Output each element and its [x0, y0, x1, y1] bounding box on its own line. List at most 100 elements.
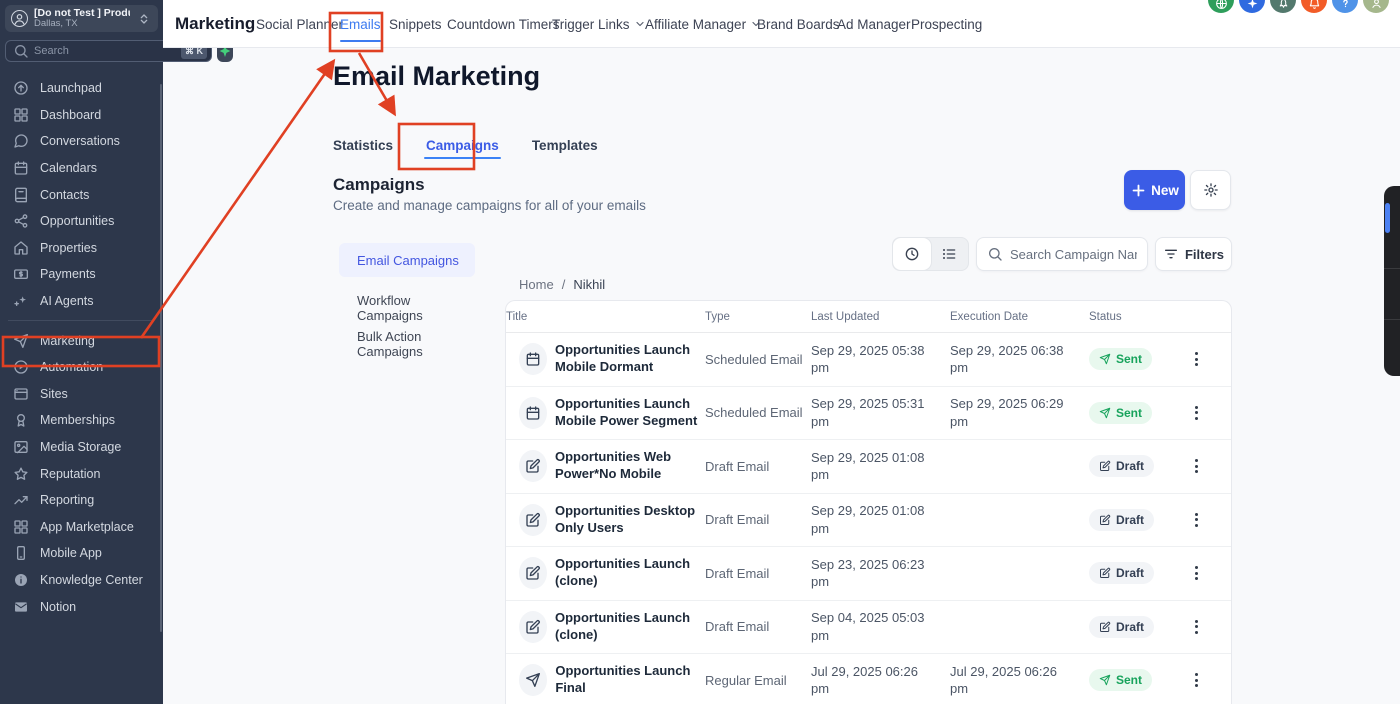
header-help-button[interactable]: [1332, 0, 1358, 13]
breadcrumb-home[interactable]: Home: [519, 277, 554, 292]
sidebar-item-label: Dashboard: [40, 108, 101, 122]
media-icon: [13, 439, 29, 455]
table-row[interactable]: Opportunities Launch FinalRegular EmailJ…: [506, 654, 1231, 704]
sidebar-item-notion[interactable]: Notion: [0, 593, 160, 620]
column-header-title: Title: [506, 311, 705, 323]
execution-date: Sep 29, 2025 06:29 pm: [950, 395, 1068, 430]
sidebar-item-launchpad[interactable]: Launchpad: [0, 75, 160, 102]
sidebar-item-sites[interactable]: Sites: [0, 381, 160, 408]
last-updated: Sep 29, 2025 05:31 pm: [811, 395, 929, 430]
topnav-label: Ad Manager: [837, 17, 911, 32]
campaign-title[interactable]: Opportunities Launch (clone): [555, 610, 705, 644]
sidebar-search-input[interactable]: [34, 45, 176, 57]
topnav-ad-manager[interactable]: Ad Manager: [837, 0, 911, 48]
row-menu-button[interactable]: [1184, 616, 1208, 638]
campaign-title[interactable]: Opportunities Launch Final: [555, 663, 705, 697]
table-row[interactable]: Opportunities Launch Mobile Power Segmen…: [506, 387, 1231, 441]
header-sparkles-button[interactable]: [1239, 0, 1265, 13]
sidebar-item-conversations[interactable]: Conversations: [0, 128, 160, 155]
sidebar-item-dashboard[interactable]: Dashboard: [0, 102, 160, 129]
topnav-trigger-links[interactable]: Trigger Links: [552, 0, 646, 48]
topnav-emails[interactable]: Emails: [340, 0, 381, 48]
column-header-type: Type: [705, 311, 811, 323]
row-menu-button[interactable]: [1184, 562, 1208, 584]
sidebar-item-ai-agents[interactable]: AI Agents: [0, 288, 160, 315]
filters-button[interactable]: Filters: [1155, 237, 1232, 271]
campaign-title[interactable]: Opportunities Launch Mobile Dormant: [555, 342, 705, 376]
subnav-bulk-action-campaigns[interactable]: Bulk Action Campaigns: [339, 329, 475, 359]
history-view-button[interactable]: [893, 238, 931, 270]
topnav-label: Trigger Links: [552, 17, 630, 32]
collapsed-side-widget[interactable]: [1384, 186, 1400, 376]
row-menu-button[interactable]: [1184, 509, 1208, 531]
topbar-icons: [1208, 0, 1389, 13]
contacts-icon: [13, 187, 29, 203]
sidebar-item-marketing[interactable]: Marketing: [0, 327, 160, 354]
dashboard-icon: [13, 107, 29, 123]
topnav-brand-boards[interactable]: Brand Boards: [757, 0, 840, 48]
rocket-icon: [1277, 0, 1290, 10]
campaign-search[interactable]: [976, 237, 1148, 271]
unfold-icon: [136, 11, 152, 27]
table-row[interactable]: Opportunities Desktop Only UsersDraft Em…: [506, 494, 1231, 548]
sidebar-item-knowledge-center[interactable]: Knowledge Center: [0, 567, 160, 594]
row-menu-button[interactable]: [1184, 455, 1208, 477]
row-menu-button[interactable]: [1184, 348, 1208, 370]
sidebar-item-media-storage[interactable]: Media Storage: [0, 434, 160, 461]
sites-icon: [13, 386, 29, 402]
topnav-snippets[interactable]: Snippets: [389, 0, 442, 48]
header-globe-button[interactable]: [1208, 0, 1234, 13]
campaign-title[interactable]: Opportunities Launch Mobile Power Segmen…: [555, 396, 705, 430]
campaign-type: Scheduled Email: [705, 352, 811, 367]
campaign-title[interactable]: Opportunities Desktop Only Users: [555, 503, 705, 537]
campaign-search-input[interactable]: [1010, 247, 1137, 262]
section-subtitle: Create and manage campaigns for all of y…: [333, 198, 646, 213]
sidebar-item-reporting[interactable]: Reporting: [0, 487, 160, 514]
sidebar-item-contacts[interactable]: Contacts: [0, 181, 160, 208]
row-menu-button[interactable]: [1184, 402, 1208, 424]
subnav-email-campaigns[interactable]: Email Campaigns: [339, 243, 475, 277]
edit-icon: [1099, 514, 1111, 526]
settings-button[interactable]: [1190, 170, 1231, 210]
location-switcher[interactable]: [Do not Test ] Produ... Dallas, TX: [5, 5, 158, 32]
sidebar-item-payments[interactable]: Payments: [0, 261, 160, 288]
sidebar-item-app-marketplace[interactable]: App Marketplace: [0, 514, 160, 541]
list-view-button[interactable]: [931, 238, 969, 270]
sidebar-item-memberships[interactable]: Memberships: [0, 407, 160, 434]
sidebar-item-calendars[interactable]: Calendars: [0, 155, 160, 182]
tab-templates[interactable]: Templates: [532, 126, 598, 168]
topnav-social-planner[interactable]: Social Planner: [256, 0, 343, 48]
header-bell-button[interactable]: [1301, 0, 1327, 13]
header-avatar-button[interactable]: [1363, 0, 1389, 13]
sidebar-item-reputation[interactable]: Reputation: [0, 460, 160, 487]
new-campaign-button[interactable]: New: [1124, 170, 1185, 210]
column-header-status: Status: [1089, 311, 1168, 323]
marketplace-icon: [13, 519, 29, 535]
gear-icon: [1203, 182, 1219, 198]
topnav-prospecting[interactable]: ProspectingNew: [911, 0, 982, 48]
header-rocket-button[interactable]: [1270, 0, 1296, 13]
topnav-countdown-timers[interactable]: Countdown Timers: [447, 0, 560, 48]
sidebar-item-automation[interactable]: Automation: [0, 354, 160, 381]
star-icon: [13, 466, 29, 482]
tab-statistics[interactable]: Statistics: [333, 126, 393, 168]
campaign-title[interactable]: Opportunities Web Power*No Mobile: [555, 449, 705, 483]
send-icon: [1099, 674, 1111, 686]
sidebar-item-label: Reputation: [40, 467, 100, 481]
sidebar-item-properties[interactable]: Properties: [0, 235, 160, 262]
sidebar-item-opportunities[interactable]: Opportunities: [0, 208, 160, 235]
subnav-workflow-campaigns[interactable]: Workflow Campaigns: [339, 293, 475, 323]
table-row[interactable]: Opportunities Launch (clone)Draft EmailS…: [506, 601, 1231, 655]
table-row[interactable]: Opportunities Launch (clone)Draft EmailS…: [506, 547, 1231, 601]
row-menu-button[interactable]: [1184, 669, 1208, 691]
calendar-icon: [13, 160, 29, 176]
bell-icon: [1308, 0, 1321, 10]
tab-campaigns[interactable]: Campaigns: [426, 126, 499, 168]
campaign-title[interactable]: Opportunities Launch (clone): [555, 556, 705, 590]
sidebar-scrollbar[interactable]: [160, 84, 162, 632]
breadcrumb: Home / Nikhil: [519, 277, 605, 292]
table-row[interactable]: Opportunities Web Power*No MobileDraft E…: [506, 440, 1231, 494]
topnav-affiliate-manager[interactable]: Affiliate Manager: [645, 0, 762, 48]
table-row[interactable]: Opportunities Launch Mobile DormantSched…: [506, 333, 1231, 387]
sidebar-item-mobile-app[interactable]: Mobile App: [0, 540, 160, 567]
